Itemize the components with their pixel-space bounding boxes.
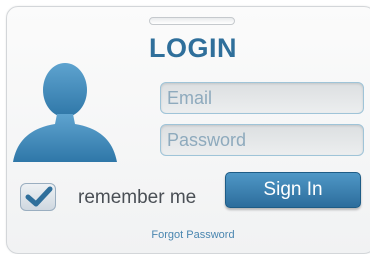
password-field[interactable] — [160, 124, 364, 156]
email-field[interactable] — [160, 82, 364, 114]
user-avatar-icon — [13, 63, 117, 162]
checkmark-icon — [25, 186, 53, 207]
card-slot — [149, 17, 235, 25]
sign-in-button[interactable]: Sign In — [225, 172, 361, 208]
login-card: LOGIN remember me Sign In Forgot Passwor… — [6, 6, 370, 254]
remember-checkbox[interactable] — [20, 183, 56, 211]
forgot-password-link[interactable]: Forgot Password — [137, 229, 249, 241]
login-title: LOGIN — [149, 33, 237, 63]
remember-label: remember me — [78, 187, 197, 208]
